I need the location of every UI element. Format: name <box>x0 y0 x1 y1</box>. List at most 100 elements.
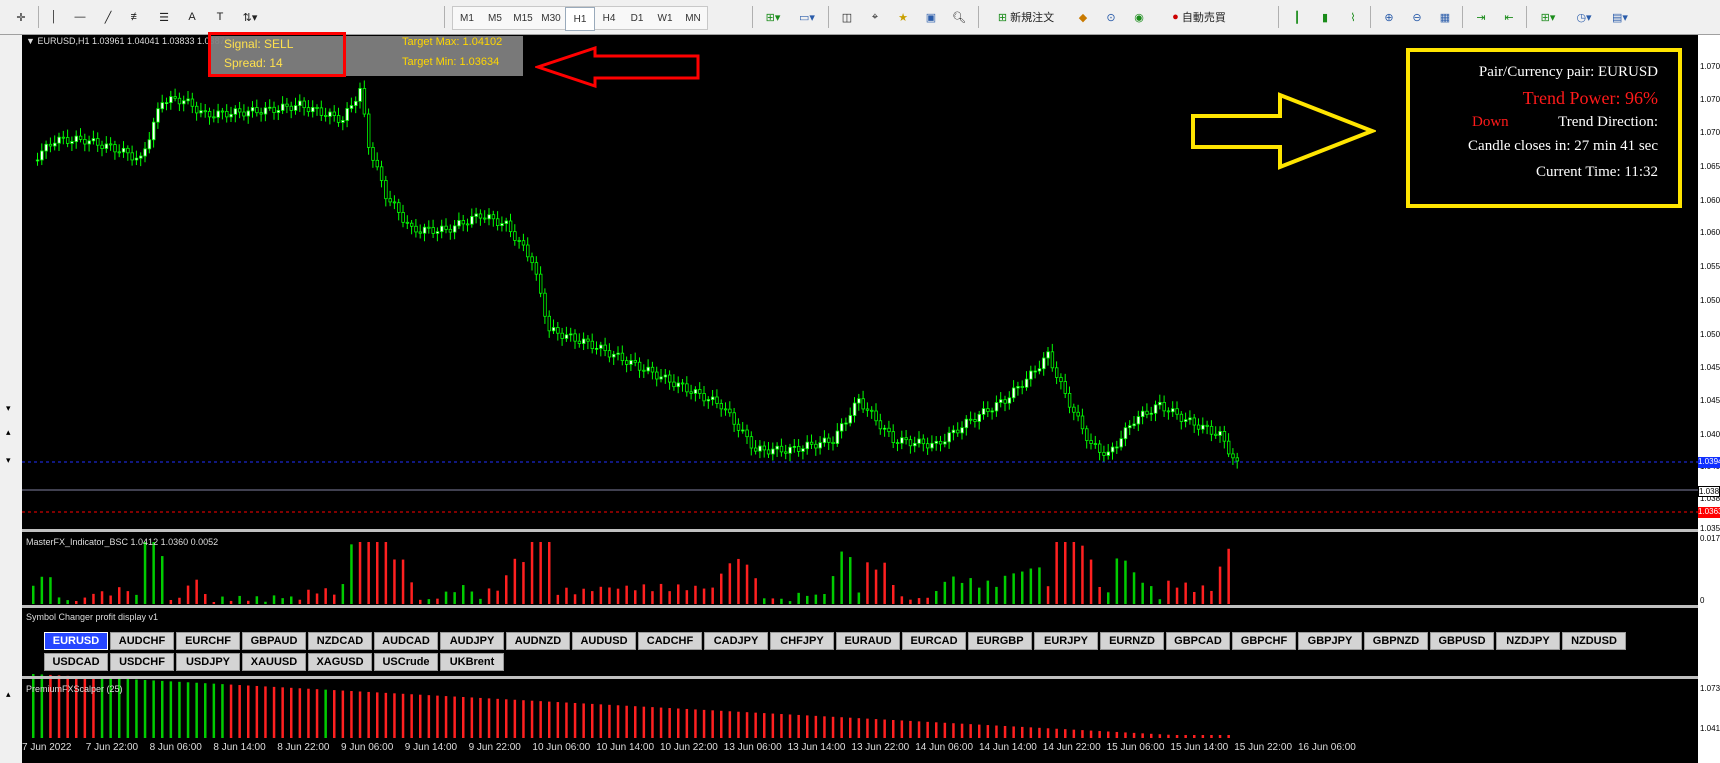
candle-body <box>784 451 788 454</box>
symbol-button-gbpcad[interactable]: GBPCAD <box>1166 632 1230 650</box>
symbol-button-ukbrent[interactable]: UKBrent <box>440 653 504 671</box>
symbol-button-chfjpy[interactable]: CHFJPY <box>770 632 834 650</box>
time-axis-label: 10 Jun 22:00 <box>660 742 718 753</box>
symbol-button-usdjpy[interactable]: USDJPY <box>176 653 240 671</box>
symbol-button-eurnzd[interactable]: EURNZD <box>1100 632 1164 650</box>
symbol-button-gbpaud[interactable]: GBPAUD <box>242 632 306 650</box>
price-tick-label: 1.070 <box>1700 95 1720 104</box>
candle-body <box>534 262 539 275</box>
symbol-button-xagusd[interactable]: XAGUSD <box>308 653 372 671</box>
masterfx-bar <box>539 542 542 604</box>
premium-bar <box>917 721 921 738</box>
symbol-button-nzdjpy[interactable]: NZDJPY <box>1496 632 1560 650</box>
masterfx-bar <box>290 596 293 604</box>
candle-body <box>977 414 981 422</box>
chart-menu-icon[interactable]: ▼ <box>26 36 35 46</box>
candle-body <box>728 408 732 414</box>
candle-body <box>870 409 874 412</box>
premium-bar <box>539 701 542 738</box>
candle-body <box>1141 410 1145 418</box>
masterfx-bar <box>659 583 663 604</box>
candle-body <box>212 116 216 119</box>
symbol-button-audchf[interactable]: AUDCHF <box>110 632 174 650</box>
candle-body <box>711 396 715 400</box>
symbol-button-gbpjpy[interactable]: GBPJPY <box>1298 632 1362 650</box>
current-time-text: Current Time: 11:32 <box>1536 164 1658 180</box>
symbol-button-audjpy[interactable]: AUDJPY <box>440 632 504 650</box>
candle-body <box>1029 370 1033 380</box>
masterfx-bar <box>952 576 955 604</box>
symbol-button-nzdusd[interactable]: NZDUSD <box>1562 632 1626 650</box>
masterfx-bar <box>49 577 52 604</box>
candle-body <box>874 410 878 422</box>
symbol-button-audnzd[interactable]: AUDNZD <box>506 632 570 650</box>
candle-body <box>134 157 139 161</box>
candle-body <box>685 383 689 393</box>
candle-body <box>706 399 711 402</box>
symbol-button-audusd[interactable]: AUDUSD <box>572 632 636 650</box>
candle-body <box>848 415 852 424</box>
candle-body <box>182 100 186 105</box>
masterfx-bar <box>1003 575 1007 604</box>
symbol-button-xauusd[interactable]: XAUUSD <box>242 653 306 671</box>
premium-bar <box>1098 731 1101 738</box>
candle-body <box>840 423 844 432</box>
premium-bar <box>1184 735 1187 738</box>
premium-bar <box>487 698 491 738</box>
masterfx-axis-top: 0.0175 <box>1700 534 1720 543</box>
candle-body <box>1033 370 1037 373</box>
price-tick-label: 1.050 <box>1700 330 1720 339</box>
price-tick-label: 1.045 <box>1700 396 1720 405</box>
symbol-button-uscrude[interactable]: USCrude <box>374 653 438 671</box>
candle-body <box>332 111 336 116</box>
candle-body <box>676 382 680 388</box>
candle-body <box>470 216 474 225</box>
premium-bar <box>978 724 981 738</box>
panel-divider[interactable] <box>22 605 1698 608</box>
symbol-button-eurgbp[interactable]: EURGBP <box>968 632 1032 650</box>
symbol-button-gbpnzd[interactable]: GBPNZD <box>1364 632 1428 650</box>
symbol-button-cadjpy[interactable]: CADJPY <box>704 632 768 650</box>
symbol-button-cadchf[interactable]: CADCHF <box>638 632 702 650</box>
masterfx-bar <box>720 573 723 604</box>
masterfx-bar <box>350 544 353 604</box>
premium-bar <box>324 689 327 738</box>
candle-body <box>113 144 117 153</box>
candle-body <box>668 374 672 383</box>
symbol-button-gbpchf[interactable]: GBPCHF <box>1232 632 1296 650</box>
masterfx-bar <box>453 592 456 604</box>
symbol-button-eurjpy[interactable]: EURJPY <box>1034 632 1098 650</box>
premium-bar <box>436 695 439 738</box>
symbol-button-audcad[interactable]: AUDCAD <box>374 632 438 650</box>
premium-bar <box>737 711 740 738</box>
symbol-button-usdchf[interactable]: USDCHF <box>110 653 174 671</box>
premium-bar <box>771 713 775 738</box>
time-axis-label: 14 Jun 06:00 <box>915 742 974 753</box>
premium-bar <box>401 693 405 738</box>
symbol-button-eurcad[interactable]: EURCAD <box>902 632 966 650</box>
masterfx-bar <box>221 596 224 604</box>
candle-body <box>543 292 547 317</box>
price-tick-label: 1.070 <box>1700 62 1720 71</box>
candle-body <box>526 244 530 258</box>
panel-divider[interactable] <box>22 529 1698 532</box>
symbol-button-euraud[interactable]: EURAUD <box>836 632 900 650</box>
symbol-button-usdcad[interactable]: USDCAD <box>44 653 108 671</box>
candle-body <box>418 231 422 234</box>
symbol-changer-title: Symbol Changer profit display v1 <box>26 612 159 622</box>
candle-body <box>1153 404 1158 414</box>
candle-body <box>216 110 220 118</box>
masterfx-bar <box>1089 559 1093 604</box>
candle-body <box>1037 368 1042 372</box>
symbol-button-nzdcad[interactable]: NZDCAD <box>308 632 372 650</box>
symbol-button-eurusd[interactable]: EURUSD <box>44 632 108 650</box>
symbol-button-gbpusd[interactable]: GBPUSD <box>1430 632 1494 650</box>
symbol-button-eurchf[interactable]: EURCHF <box>176 632 240 650</box>
premium-bar <box>711 710 714 738</box>
panel-divider[interactable] <box>22 676 1698 679</box>
masterfx-bar <box>367 542 370 604</box>
candle-body <box>642 369 646 372</box>
premium-bar <box>866 718 869 738</box>
masterfx-bar <box>358 542 362 604</box>
chart-symbol-info: EURUSD,H1 1.03961 1.04041 1.03833 1.0387… <box>37 36 230 46</box>
